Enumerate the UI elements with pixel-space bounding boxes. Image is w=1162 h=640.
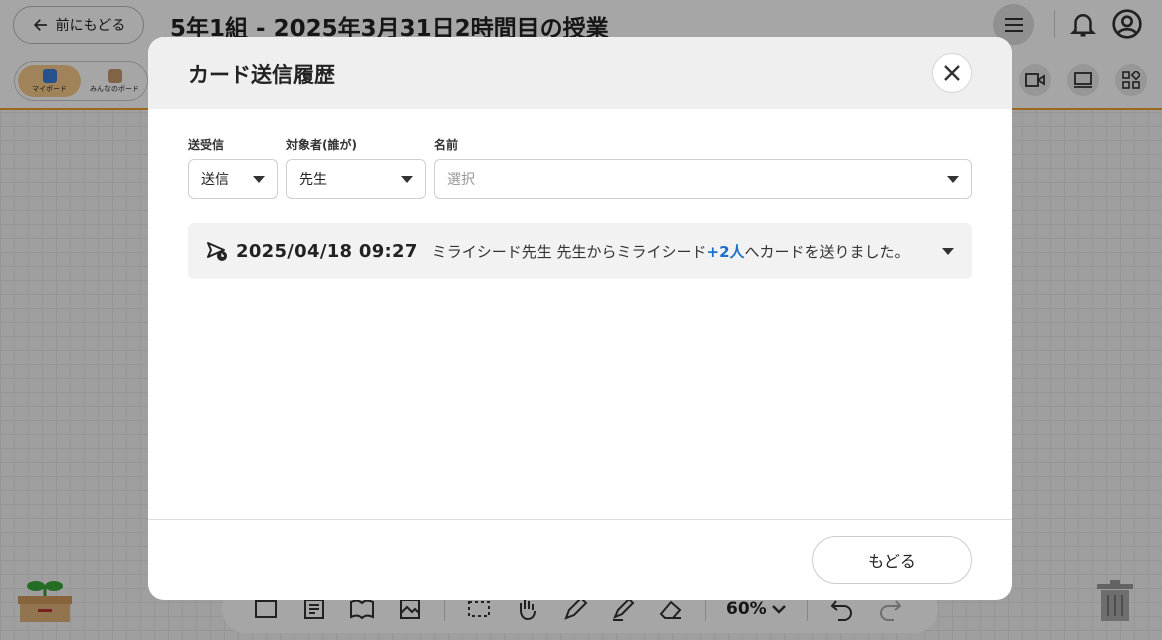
close-button[interactable]: [932, 53, 972, 93]
caret-down-icon: [401, 175, 413, 183]
history-message-prefix: ミライシード先生 先生からミライシード: [431, 242, 707, 261]
close-icon: [944, 65, 960, 81]
modal-title: カード送信履歴: [188, 63, 335, 87]
name-select[interactable]: 選択: [434, 159, 972, 199]
name-label: 名前: [434, 138, 459, 152]
history-message: ミライシード先生 先生からミライシード+2人へカードを送りました。: [432, 241, 942, 262]
back-modal-button[interactable]: もどる: [812, 536, 972, 584]
direction-select[interactable]: 送信: [188, 159, 278, 199]
history-item[interactable]: 2025/04/18 09:27 ミライシード先生 先生からミライシード+2人へ…: [188, 223, 972, 279]
target-value: 先生: [299, 172, 327, 188]
recipient-count[interactable]: +2人: [707, 243, 745, 261]
direction-label: 送受信: [188, 138, 225, 152]
modal-footer: もどる: [148, 519, 1012, 600]
caret-down-icon[interactable]: [942, 247, 954, 255]
modal-header: カード送信履歴: [148, 37, 1012, 109]
name-placeholder: 選択: [447, 172, 475, 188]
caret-down-icon: [253, 175, 265, 183]
caret-down-icon: [947, 175, 959, 183]
card-history-modal: カード送信履歴 送受信 送信 対象者(誰が) 先生 名前 選択 2025/04/…: [148, 37, 1012, 600]
send-clock-icon: [207, 242, 227, 261]
target-label: 対象者(誰が): [286, 138, 357, 152]
history-message-suffix: へカードを送りました。: [744, 242, 910, 261]
direction-value: 送信: [201, 172, 229, 188]
history-timestamp: 2025/04/18 09:27: [236, 240, 418, 262]
target-select[interactable]: 先生: [286, 159, 426, 199]
